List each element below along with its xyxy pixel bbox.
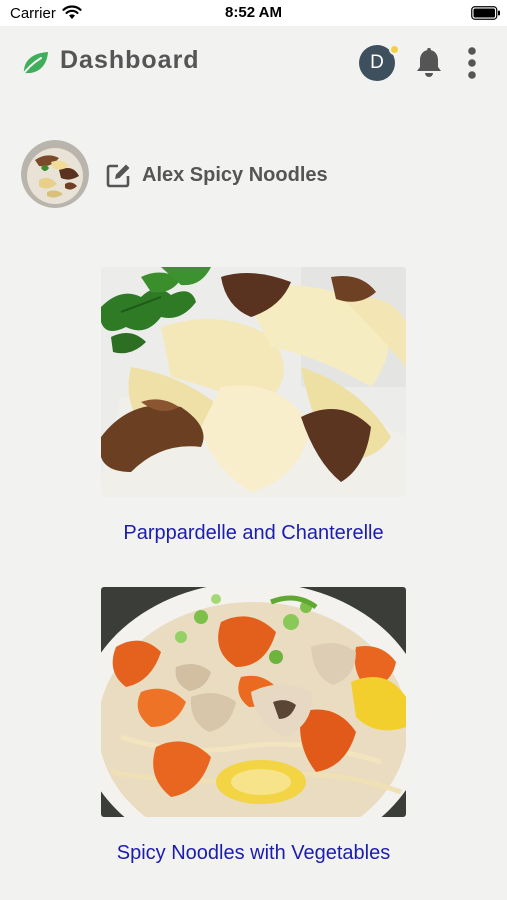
pappardelle-photo — [101, 267, 406, 497]
recipe-image[interactable] — [101, 587, 406, 817]
recipe-title-link[interactable]: Spicy Noodles with Vegetables — [0, 842, 507, 865]
profile-avatar[interactable] — [21, 140, 89, 208]
profile-name: Alex Spicy Noodles — [142, 164, 328, 186]
battery-icon — [471, 6, 500, 20]
app-header: Dashboard D — [0, 26, 507, 102]
status-bar: Carrier 8:52 AM — [0, 0, 507, 26]
status-time: 8:52 AM — [225, 4, 282, 21]
more-vertical-icon[interactable] — [465, 46, 479, 80]
edit-icon[interactable] — [106, 162, 132, 188]
leaf-icon — [21, 52, 48, 77]
avatar-initial: D — [370, 52, 384, 73]
recipe-image[interactable] — [101, 267, 406, 497]
recipe-title-link[interactable]: Parppardelle and Chanterelle — [0, 522, 507, 545]
profile-avatar-image — [21, 140, 89, 208]
page-title: Dashboard — [60, 46, 200, 74]
bell-icon[interactable] — [414, 47, 444, 79]
vegetable-noodles-photo — [101, 587, 406, 817]
notification-dot — [389, 44, 400, 55]
